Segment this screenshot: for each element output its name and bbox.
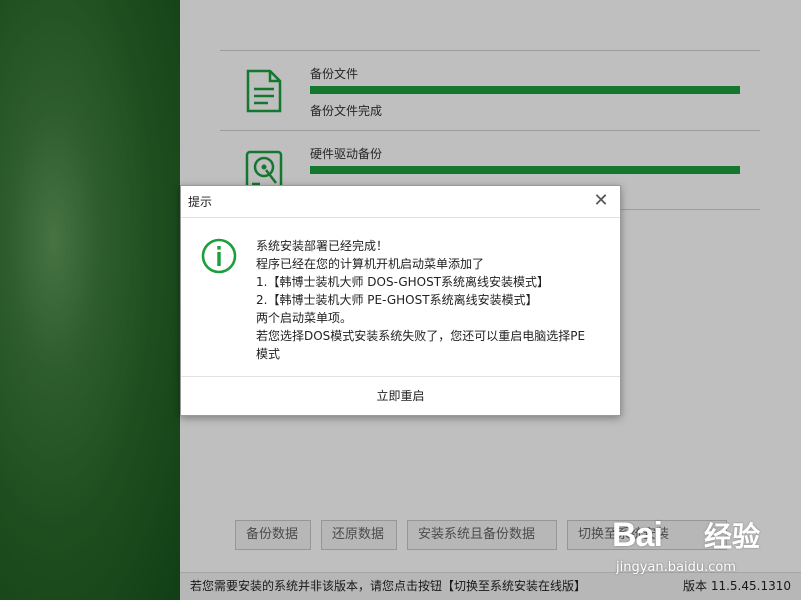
message-line: 若您选择DOS模式安装系统失败了，您还可以重启电脑选择PE xyxy=(256,329,586,343)
notice-dialog: 提示 ✕ 系统安装部署已经完成！ 程序已经在您的计算机开机启动菜单添加了 1.【… xyxy=(180,185,621,416)
message-line: 两个启动菜单项。 xyxy=(256,311,353,325)
watermark-brand: Bai xyxy=(612,516,663,554)
dialog-close-button[interactable]: ✕ xyxy=(592,192,610,210)
message-line: 系统安装部署已经完成！ xyxy=(256,239,389,253)
message-line: 2.【韩博士装机大师 PE-GHOST系统离线安装模式】 xyxy=(256,293,538,307)
message-line: 程序已经在您的计算机开机启动菜单添加了 xyxy=(256,257,485,271)
restart-now-button[interactable]: 立即重启 xyxy=(181,376,620,416)
baidu-watermark: Bai 经验 jingyan.baidu.com xyxy=(612,515,797,595)
message-line: 模式 xyxy=(256,347,281,361)
message-line: 1.【韩博士装机大师 DOS-GHOST系统离线安装模式】 xyxy=(256,275,550,289)
watermark-url: jingyan.baidu.com xyxy=(616,560,736,575)
dialog-title: 提示 xyxy=(181,186,620,218)
watermark-brand-cn: 经验 xyxy=(704,520,761,553)
dialog-message: 系统安装部署已经完成！ 程序已经在您的计算机开机启动菜单添加了 1.【韩博士装机… xyxy=(256,237,606,363)
info-icon xyxy=(201,238,237,274)
